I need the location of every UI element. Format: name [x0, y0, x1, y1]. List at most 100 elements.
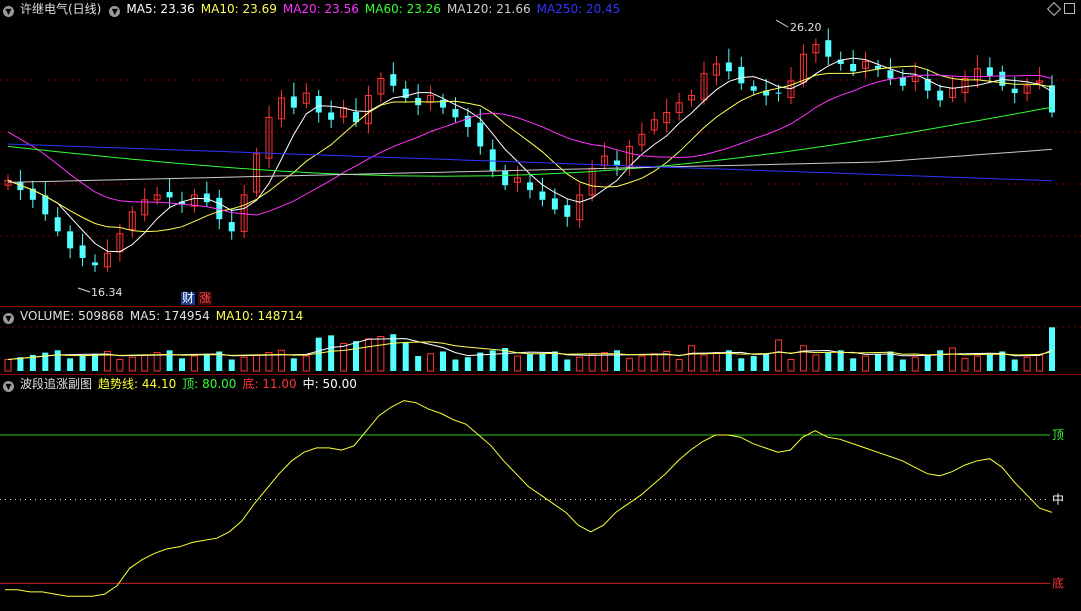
- volume-bar: [799, 345, 807, 372]
- volume-bar: [1011, 359, 1018, 371]
- volume-panel[interactable]: ▼ VOLUME: 509868 MA5: 174954 MA10: 148714: [0, 307, 1081, 374]
- volume-bar: [738, 358, 745, 371]
- volume-bar: [973, 355, 981, 372]
- ma5-line: [7, 57, 1053, 253]
- collapse-icon[interactable]: ▼: [3, 313, 14, 324]
- top-value: 顶: 80.00: [182, 377, 237, 391]
- candle-body: [54, 217, 61, 232]
- volume-bar: [141, 354, 149, 372]
- volume-bar: [427, 353, 435, 372]
- candle-body: [725, 62, 732, 72]
- candle-body: [228, 222, 235, 232]
- volume-bar: [315, 337, 322, 371]
- volume-bar: [787, 359, 795, 372]
- candle-body: [166, 192, 173, 198]
- candle-body: [1049, 85, 1055, 113]
- main-price-panel[interactable]: ▼ 许继电气(日线) ▼ MA5: 23.36 MA10: 23.69 MA20: 23.…: [0, 0, 1081, 306]
- volume-bar: [911, 356, 919, 372]
- candle-body: [899, 77, 906, 86]
- candle-body: [315, 95, 322, 113]
- volume-bar: [179, 358, 185, 371]
- volume-bar: [17, 357, 24, 371]
- candle-body: [551, 198, 558, 210]
- high-price-pointer: [775, 19, 789, 28]
- volume-infobar: ▼ VOLUME: 509868 MA5: 174954 MA10: 148714: [0, 307, 309, 325]
- volume-bar: [240, 356, 248, 372]
- candle-body: [527, 182, 533, 191]
- volume-bar: [763, 353, 770, 371]
- volume-bar: [277, 349, 285, 372]
- indicator-title: 波段追涨副图: [20, 377, 93, 391]
- candlestick-chart[interactable]: 26.20 16.34: [0, 0, 1081, 306]
- volume-bar: [464, 357, 471, 371]
- candle-body: [775, 92, 782, 94]
- finance-badge[interactable]: 财: [181, 292, 196, 305]
- volume-bar: [625, 357, 633, 372]
- limit-up-badge[interactable]: 涨: [198, 292, 213, 305]
- volume-bar: [54, 350, 61, 371]
- candle-body: [738, 66, 745, 84]
- low-price-label: 16.34: [91, 286, 123, 299]
- top-tag: 顶: [1052, 428, 1064, 442]
- bottom-value: 底: 11.00: [242, 377, 297, 391]
- volume-bar: [527, 353, 533, 371]
- indicator-infobar: ▼ 波段追涨副图 趋势线: 44.10 顶: 80.00 底: 11.00 中: 50.0…: [0, 375, 363, 393]
- candle-body: [489, 149, 496, 171]
- candle-body: [825, 40, 832, 57]
- ma10-line: [7, 65, 1053, 233]
- volume-bar: [328, 335, 335, 371]
- volume-bar: [190, 355, 198, 372]
- candle-body: [92, 262, 98, 266]
- volume-bar: [899, 359, 906, 371]
- volume-bar: [712, 352, 720, 372]
- volume-bar: [837, 350, 844, 371]
- volume-bar: [1023, 356, 1031, 372]
- volume-bar: [364, 338, 372, 372]
- high-price-label: 26.20: [790, 21, 822, 34]
- candle-body: [390, 74, 397, 86]
- candle-body: [502, 170, 509, 186]
- volume-bar: [576, 356, 584, 372]
- volume-bar: [862, 355, 870, 372]
- volume-bar: [539, 353, 546, 371]
- bottom-tag: 底: [1052, 575, 1064, 590]
- volume-bar: [4, 359, 12, 372]
- volume-bar: [166, 350, 173, 371]
- volume-bar: [875, 353, 881, 371]
- volume-bar: [700, 354, 708, 372]
- trend-line: [5, 400, 1053, 597]
- volume-bar: [253, 354, 261, 372]
- candle-body: [564, 205, 571, 217]
- candle-body: [42, 195, 49, 215]
- volume-ma10: MA10: 148714: [215, 309, 304, 323]
- volume-bar: [961, 357, 969, 372]
- candle-body: [750, 86, 757, 91]
- volume-bar: [489, 350, 496, 371]
- candle-body: [887, 70, 894, 79]
- volume-bar: [502, 348, 509, 371]
- volume-bar: [650, 353, 658, 372]
- volume-bar: [402, 342, 409, 371]
- candle-body: [850, 63, 857, 72]
- volume-bar: [949, 347, 957, 372]
- volume-bar: [638, 355, 646, 372]
- volume-bar: [688, 345, 696, 372]
- volume-ma5: MA5: 174954: [129, 309, 210, 323]
- candle-body: [1011, 88, 1018, 94]
- volume-bar: [1049, 327, 1055, 371]
- indicator-chart[interactable]: 顶中底: [0, 375, 1081, 611]
- volume-bar: [377, 336, 385, 372]
- volume-bar: [750, 356, 757, 371]
- volume-bar: [924, 354, 931, 371]
- volume-bar: [92, 353, 98, 371]
- volume-bar: [390, 334, 397, 371]
- volume-bar: [850, 358, 857, 371]
- volume-bar: [775, 339, 783, 372]
- volume-bar: [415, 356, 422, 371]
- volume-bar: [564, 359, 571, 371]
- volume-bar: [290, 358, 297, 371]
- candle-body: [440, 99, 446, 108]
- candle-body: [452, 109, 459, 118]
- indicator-panel[interactable]: 顶中底 ▼ 波段追涨副图 趋势线: 44.10 顶: 80.00 底: 11.00 中: …: [0, 375, 1081, 611]
- collapse-icon[interactable]: ▼: [3, 381, 14, 392]
